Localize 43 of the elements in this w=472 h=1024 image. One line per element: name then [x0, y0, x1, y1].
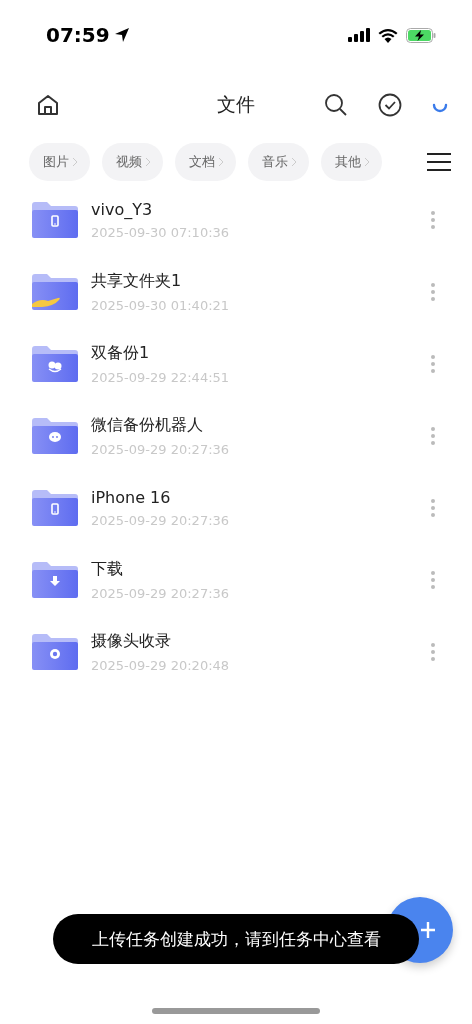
battery-charging-icon [406, 27, 436, 43]
chevron-right-icon [364, 157, 370, 167]
signal-icon [348, 28, 370, 42]
toast-message: 上传任务创建成功，请到任务中心查看 [53, 914, 419, 964]
chevron-right-icon [291, 157, 297, 167]
folder-icon [32, 274, 78, 310]
chevron-right-icon [145, 157, 151, 167]
more-options-icon[interactable] [430, 426, 436, 446]
search-icon[interactable] [324, 93, 348, 117]
wifi-icon [378, 27, 398, 43]
more-options-icon[interactable] [430, 210, 436, 230]
filter-chip[interactable]: 视频 [102, 143, 163, 181]
more-options-icon[interactable] [430, 498, 436, 518]
filter-chip[interactable]: 图片 [29, 143, 90, 181]
menu-icon[interactable] [426, 152, 452, 172]
more-options-icon[interactable] [430, 282, 436, 302]
folder-name[interactable]: iPhone 16 [91, 488, 430, 507]
chevron-right-icon [218, 157, 224, 167]
chevron-right-icon [72, 157, 78, 167]
status-time: 07:59 [46, 23, 130, 47]
filter-chip[interactable]: 文档 [175, 143, 236, 181]
folder-name[interactable]: 摄像头收录 [91, 631, 430, 652]
home-icon[interactable] [36, 93, 60, 117]
folder-name[interactable]: 微信备份机器人 [91, 415, 430, 436]
filter-chip[interactable]: 其他 [321, 143, 382, 181]
folder-icon [32, 490, 78, 526]
more-options-icon[interactable] [430, 354, 436, 374]
more-options-icon[interactable] [430, 570, 436, 590]
folder-icon [32, 562, 78, 598]
folder-name[interactable]: 共享文件夹1 [91, 271, 430, 292]
location-arrow-icon [113, 27, 130, 43]
folder-name[interactable]: 下载 [91, 559, 430, 580]
more-options-icon[interactable] [430, 642, 436, 662]
folder-name[interactable]: 双备份1 [91, 343, 430, 364]
page-title: 文件 [217, 93, 255, 115]
folder-icon [32, 418, 78, 454]
check-circle-icon[interactable] [378, 93, 402, 117]
folder-icon [32, 346, 78, 382]
folder-name[interactable]: vivo_Y3 [91, 200, 430, 219]
folder-icon [32, 634, 78, 670]
plus-icon [421, 920, 435, 940]
filter-chip[interactable]: 音乐 [248, 143, 309, 181]
folder-icon [32, 202, 78, 238]
